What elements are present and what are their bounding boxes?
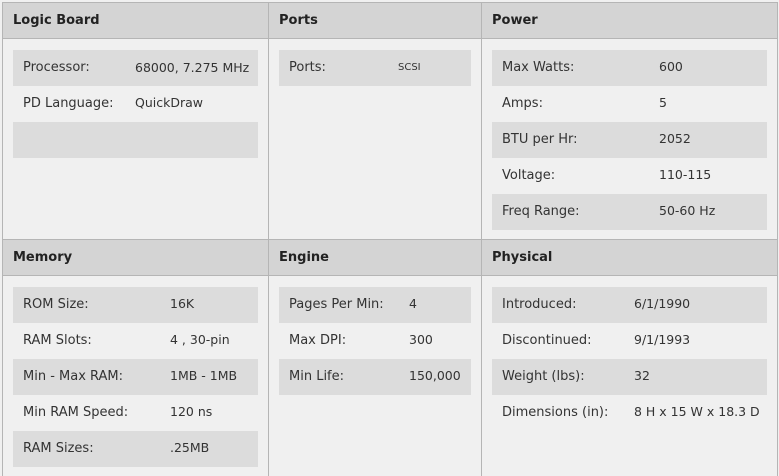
spec-value: 2052 [659,131,691,146]
spec-value: 300 [409,332,433,347]
power-panel: Power Max Watts: 600 Amps: 5 BTU per Hr:… [481,2,778,240]
spec-label: BTU per Hr: [502,132,578,147]
spec-row: Max DPI: 300 [279,323,471,359]
panel-title: Physical [482,240,777,276]
spec-label: Min Life: [289,369,345,384]
spec-label: ROM Size: [23,297,89,312]
panel-title: Ports [269,3,482,39]
spec-row: ROM Size: 16K [13,287,258,323]
spec-label: RAM Slots: [23,333,92,348]
logic-board-panel: Logic Board Processor: 68000, 7.275 MHz … [2,2,269,240]
spec-value: .25MB [170,440,210,455]
spec-row: RAM Slots: 4 , 30-pin [13,323,258,359]
spec-label: Processor: [23,60,90,75]
spec-value: 50-60 Hz [659,203,716,218]
spec-value: 150,000 [409,368,461,383]
spec-label: Min - Max RAM: [23,369,124,384]
spec-row: Pages Per Min: 4 [279,287,471,323]
spec-row: Min RAM Speed: 120 ns [13,395,258,431]
spec-row: Amps: 5 [492,86,767,122]
spec-value: QuickDraw [135,95,203,110]
spec-row-empty [13,122,258,158]
spec-label: RAM Sizes: [23,441,94,456]
spec-label: Discontinued: [502,333,592,348]
physical-panel: Physical Introduced: 6/1/1990 Discontinu… [481,239,778,476]
spec-row: Ports: SCSI [279,50,471,86]
spec-value: 6/1/1990 [634,296,691,311]
spec-label: Max DPI: [289,333,347,348]
spec-value: 110-115 [659,167,712,182]
spec-row: Voltage: 110-115 [492,158,767,194]
spec-value: SCSI [398,62,421,73]
spec-row: Processor: 68000, 7.275 MHz [13,50,258,86]
panel-title: Power [482,3,777,39]
spec-row: Weight (lbs): 32 [492,359,767,395]
spec-label: Voltage: [502,168,556,183]
spec-label: Weight (lbs): [502,369,585,384]
spec-label: Freq Range: [502,204,580,219]
panel-title: Engine [269,240,482,276]
spec-value: 4 , 30-pin [170,332,230,347]
memory-panel: Memory ROM Size: 16K RAM Slots: 4 , 30-p… [2,239,269,476]
spec-label: Dimensions (in): [502,405,609,420]
spec-value: 32 [634,368,650,383]
spec-label: Amps: [502,96,543,111]
spec-row: Freq Range: 50-60 Hz [492,194,767,230]
spec-row: RAM Sizes: .25MB [13,431,258,467]
spec-label: PD Language: [23,96,114,111]
spec-row: Min Life: 150,000 [279,359,471,395]
spec-label: Max Watts: [502,60,575,75]
spec-value: 1MB - 1MB [170,368,238,383]
spec-label: Min RAM Speed: [23,405,129,420]
engine-panel: Engine Pages Per Min: 4 Max DPI: 300 Min… [268,239,482,476]
panel-title: Memory [3,240,269,276]
spec-value: 120 ns [170,404,213,419]
spec-value: 9/1/1993 [634,332,691,347]
spec-value: 4 [409,296,417,311]
spec-label: Introduced: [502,297,577,312]
spec-row: Discontinued: 9/1/1993 [492,323,767,359]
spec-label: Pages Per Min: [289,297,384,312]
spec-value: 16K [170,296,195,311]
spec-grid: Logic Board Processor: 68000, 7.275 MHz … [0,0,779,476]
panel-title: Logic Board [3,3,269,39]
spec-row: Min - Max RAM: 1MB - 1MB [13,359,258,395]
spec-value: 600 [659,59,683,74]
spec-value: 8 H x 15 W x 18.3 D [634,404,760,419]
spec-row: Introduced: 6/1/1990 [492,287,767,323]
ports-panel: Ports Ports: SCSI [268,2,482,240]
spec-value: 68000, 7.275 MHz [135,60,250,75]
spec-row: Dimensions (in): 8 H x 15 W x 18.3 D [492,395,767,431]
spec-row: BTU per Hr: 2052 [492,122,767,158]
spec-label: Ports: [289,60,326,75]
spec-row: Max Watts: 600 [492,50,767,86]
spec-value: 5 [659,95,667,110]
spec-row: PD Language: QuickDraw [13,86,258,122]
